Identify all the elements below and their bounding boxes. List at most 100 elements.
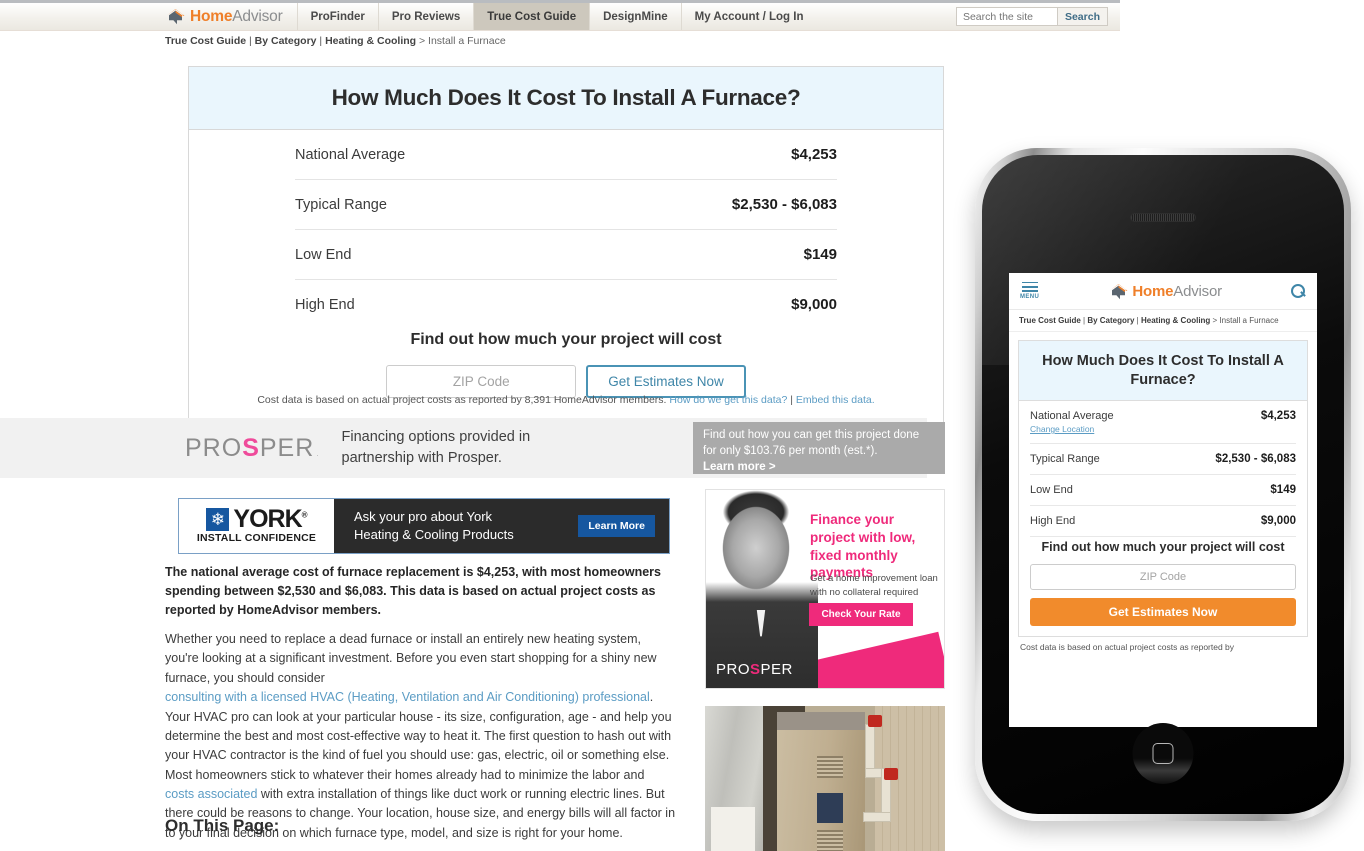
mobile-logo-text: HomeAdvisor bbox=[1132, 283, 1222, 300]
breadcrumb-link-true-cost-guide[interactable]: True Cost Guide bbox=[165, 35, 246, 47]
phone-screen: MENU HomeAdvisor True Cost Guide | By Ca… bbox=[1009, 273, 1317, 727]
nav-item-true-cost-guide[interactable]: True Cost Guide bbox=[473, 3, 590, 30]
embed-this-data-link[interactable]: Embed this data. bbox=[796, 394, 875, 406]
breadcrumb-sep: | bbox=[246, 35, 255, 47]
cost-row-label: Typical Range bbox=[295, 196, 387, 213]
mobile-cta-heading: Find out how much your project will cost bbox=[1041, 540, 1285, 555]
cost-row-typical-range: Typical Range $2,530 - $6,083 bbox=[295, 180, 837, 230]
nav-item-label: True Cost Guide bbox=[487, 10, 577, 23]
photo-pipe-elbow-2 bbox=[863, 812, 891, 822]
mobile-get-estimates-button[interactable]: Get Estimates Now bbox=[1030, 598, 1296, 627]
monthly-payment-promo[interactable]: Find out how you can get this project do… bbox=[693, 422, 945, 474]
prosper-display-ad[interactable]: Finance your project with low, fixed mon… bbox=[705, 489, 945, 689]
mobile-cost-row-value: $4,253 bbox=[1260, 410, 1296, 423]
cost-row-high-end: High End $9,000 bbox=[295, 280, 837, 329]
photo-vent-lower bbox=[817, 830, 843, 851]
ad-logo-pre: PRO bbox=[716, 661, 751, 678]
home-button-square-icon bbox=[1152, 743, 1174, 764]
mobile-breadcrumb-link-3[interactable]: Heating & Cooling bbox=[1141, 316, 1210, 325]
york-logo-block: ❄ YORK® INSTALL CONFIDENCE bbox=[179, 499, 334, 553]
article-lead-paragraph: The national average cost of furnace rep… bbox=[165, 565, 661, 617]
mobile-breadcrumb-link-1[interactable]: True Cost Guide bbox=[1019, 316, 1081, 325]
mobile-cost-row-label: High End bbox=[1030, 515, 1076, 528]
cta-heading: Find out how much your project will cost bbox=[410, 331, 722, 348]
mobile-breadcrumb: True Cost Guide | By Category | Heating … bbox=[1009, 310, 1317, 332]
mobile-cost-card-header: How Much Does It Cost To Install A Furna… bbox=[1019, 341, 1307, 402]
mobile-header: MENU HomeAdvisor bbox=[1009, 273, 1317, 310]
check-your-rate-button[interactable]: Check Your Rate bbox=[809, 603, 913, 626]
cost-row-label: National Average bbox=[295, 146, 406, 163]
cost-row-value: $9,000 bbox=[791, 296, 837, 313]
mobile-row-label-group: National Average Change Location bbox=[1030, 410, 1114, 434]
promo-learn-more-link[interactable]: Learn more > bbox=[703, 460, 935, 476]
nav-item-designmine[interactable]: DesignMine bbox=[589, 3, 681, 30]
breadcrumb-sep: | bbox=[316, 35, 326, 47]
search-button[interactable]: Search bbox=[1056, 8, 1107, 25]
mobile-cost-card: How Much Does It Cost To Install A Furna… bbox=[1018, 340, 1308, 638]
york-advertisement[interactable]: ❄ YORK® INSTALL CONFIDENCE Ask your pro … bbox=[178, 498, 670, 554]
mobile-cost-row-national-average: National Average Change Location $4,253 bbox=[1030, 401, 1296, 445]
search-input[interactable] bbox=[956, 8, 1057, 25]
nav-item-pro-reviews[interactable]: Pro Reviews bbox=[377, 3, 473, 30]
mobile-cost-data-note: Cost data is based on actual project cos… bbox=[1020, 642, 1235, 653]
change-location-link[interactable]: Change Location bbox=[1030, 424, 1114, 434]
nav-item-profinder[interactable]: ProFinder bbox=[296, 3, 378, 30]
nav-item-my-account[interactable]: My Account / Log In bbox=[680, 3, 817, 30]
costs-associated-link[interactable]: costs associated bbox=[165, 787, 257, 801]
site-search: Search bbox=[955, 3, 1120, 30]
mobile-cost-row-label: Low End bbox=[1030, 484, 1073, 497]
cost-rows: National Average $4,253 Typical Range $2… bbox=[189, 130, 943, 329]
logo-text-light: Advisor bbox=[232, 7, 283, 25]
homeadvisor-logo[interactable]: HomeAdvisor bbox=[165, 3, 297, 30]
on-this-page-heading: On This Page: bbox=[165, 816, 280, 835]
hvac-professional-link[interactable]: consulting with a licensed HVAC (Heating… bbox=[165, 690, 650, 704]
phone-earpiece-speaker bbox=[1130, 213, 1196, 222]
york-wordmark: YORK® bbox=[233, 506, 308, 532]
prosper-logo-mark: S bbox=[242, 433, 260, 462]
mobile-cost-rows: National Average Change Location $4,253 … bbox=[1019, 401, 1307, 636]
mobile-breadcrumb-link-2[interactable]: By Category bbox=[1087, 316, 1134, 325]
york-ad-copy: Ask your pro about York Heating & Coolin… bbox=[334, 499, 578, 553]
mobile-cost-row-label: Typical Range bbox=[1030, 453, 1100, 466]
prosper-logo-tm: . bbox=[316, 448, 320, 458]
cost-card: How Much Does It Cost To Install A Furna… bbox=[188, 66, 944, 423]
york-learn-more-button[interactable]: Learn More bbox=[578, 515, 655, 537]
mobile-cost-row-value: $2,530 - $6,083 bbox=[1215, 453, 1296, 466]
cost-row-label: Low End bbox=[295, 246, 352, 263]
cost-card-header: How Much Does It Cost To Install A Furna… bbox=[189, 67, 943, 130]
mobile-logo[interactable]: HomeAdvisor bbox=[1108, 283, 1222, 300]
prosper-logo: PRO S PER. bbox=[185, 434, 320, 463]
mobile-cost-row-value: $149 bbox=[1270, 484, 1296, 497]
nav-item-label: My Account / Log In bbox=[694, 10, 804, 23]
top-navigation-bar: HomeAdvisor ProFinder Pro Reviews True C… bbox=[0, 0, 1120, 31]
cost-row-label: High End bbox=[295, 296, 355, 313]
photo-duct-panel bbox=[711, 807, 755, 851]
york-copy-line-1: Ask your pro about York bbox=[354, 508, 493, 524]
cost-data-note: Cost data is based on actual project cos… bbox=[188, 394, 944, 406]
mobile-breadcrumb-current: > Install a Furnace bbox=[1210, 316, 1279, 325]
how-do-we-get-this-data-link[interactable]: How do we get this data? bbox=[669, 394, 787, 406]
photo-vent-upper bbox=[817, 756, 843, 778]
breadcrumb-link-heating-cooling[interactable]: Heating & Cooling bbox=[325, 35, 416, 47]
york-registered-mark: ® bbox=[301, 510, 308, 520]
mobile-cost-row-label: National Average bbox=[1030, 410, 1114, 423]
mobile-zip-code-input[interactable] bbox=[1030, 564, 1296, 591]
york-tagline: INSTALL CONFIDENCE bbox=[196, 532, 317, 545]
mobile-page-title: How Much Does It Cost To Install A Furna… bbox=[1042, 353, 1284, 388]
photo-valve-upper bbox=[868, 715, 882, 727]
phone-home-button[interactable] bbox=[1132, 723, 1194, 784]
mobile-menu-button[interactable]: MENU bbox=[1020, 281, 1039, 300]
page-title: How Much Does It Cost To Install A Furna… bbox=[331, 85, 801, 110]
hamburger-icon bbox=[1021, 281, 1038, 294]
ad-logo-post: PER bbox=[760, 661, 793, 678]
promo-line-1: Find out how you can get this project bbox=[703, 429, 891, 441]
search-icon[interactable] bbox=[1291, 283, 1306, 299]
breadcrumb: True Cost Guide | By Category | Heating … bbox=[165, 35, 506, 47]
mobile-cost-row-value: $9,000 bbox=[1260, 515, 1296, 528]
nav-left-spacer bbox=[0, 3, 165, 30]
photo-valve-lower bbox=[884, 768, 898, 780]
breadcrumb-link-by-category[interactable]: By Category bbox=[255, 35, 317, 47]
mobile-logo-bold: Home bbox=[1132, 282, 1174, 300]
photo-furnace-top bbox=[777, 712, 865, 732]
nav-item-label: DesignMine bbox=[603, 10, 668, 23]
